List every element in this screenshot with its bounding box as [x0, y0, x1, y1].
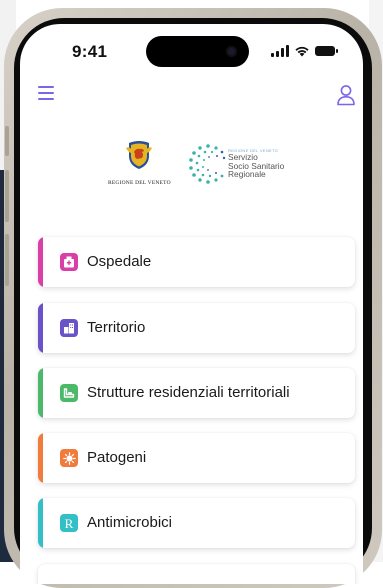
accent-bar [38, 433, 43, 483]
user-profile-button[interactable] [336, 84, 356, 106]
phone-side-button [5, 234, 9, 286]
lion-seal-icon [126, 141, 152, 169]
menu-item-ospedale[interactable]: Ospedale [38, 237, 355, 287]
battery-icon [315, 46, 338, 56]
wifi-icon [295, 46, 309, 57]
dynamic-island [146, 36, 249, 67]
accent-bar [38, 368, 43, 418]
signal-icon [271, 45, 289, 57]
app-screen: 9:41 REGIONE DEL VENETO REGIONE DEL VENE… [20, 24, 363, 584]
menu-item-patogeni[interactable]: Patogeni [38, 433, 355, 483]
menu-item-label: Antimicrobici [87, 514, 173, 531]
phone-side-button [5, 170, 9, 222]
user-icon [337, 85, 355, 106]
dotted-circle-logo-icon [189, 144, 226, 184]
status-time: 9:41 [72, 42, 108, 61]
menu-button[interactable] [38, 86, 56, 100]
menu-item-label: Territorio [87, 319, 146, 336]
veneto-logo-text: REGIONE DEL VENETO [108, 180, 171, 186]
accent-bar [38, 237, 43, 287]
hospital-icon [60, 253, 78, 271]
regione-veneto-logo: REGIONE DEL VENETO [108, 140, 171, 186]
sanitario-logo-text: REGIONE DEL VENETO Servizio Socio Sanita… [228, 148, 285, 179]
accent-bar [38, 498, 43, 548]
menu-item-antimicrobici[interactable]: R Antimicrobici [38, 498, 355, 548]
menu-item-partial[interactable] [38, 564, 355, 584]
phone-side-button [5, 126, 9, 156]
camera-icon [226, 46, 237, 57]
menu-item-territorio[interactable]: Territorio [38, 303, 355, 353]
accent-bar [38, 303, 43, 353]
menu-item-label: Strutture residenziali territoriali [87, 384, 290, 401]
bed-icon [60, 384, 78, 402]
menu-item-label: Ospedale [87, 253, 152, 270]
status-icons [271, 45, 338, 57]
menu-item-label: Patogeni [87, 449, 147, 466]
rx-icon: R [60, 514, 78, 532]
buildings-icon [60, 319, 78, 337]
pathogen-icon [60, 449, 78, 467]
rx-glyph: R [64, 515, 74, 531]
menu-item-strutture-residenziali[interactable]: Strutture residenziali territoriali [38, 368, 355, 418]
